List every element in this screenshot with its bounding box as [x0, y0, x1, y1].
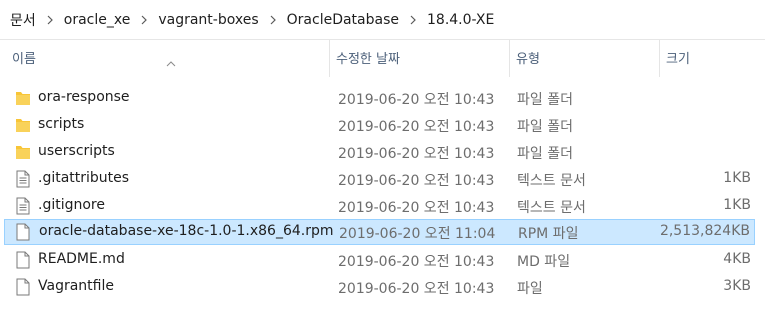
sort-ascending-icon [166, 44, 176, 84]
column-header-name[interactable]: 이름 [6, 40, 330, 77]
file-row[interactable]: Vagrantfile 2019-06-20 오전 10:43 파일 3KB [4, 274, 755, 300]
file-date: 2019-06-20 오전 10:43 [338, 173, 495, 189]
file-type: 텍스트 문서 [517, 173, 586, 189]
breadcrumb-oracle-database[interactable]: OracleDatabase [287, 12, 399, 28]
column-header-type-label: 유형 [516, 52, 540, 67]
file-name: Vagrantfile [38, 278, 114, 294]
breadcrumb-current-folder[interactable]: 18.4.0-XE [427, 12, 494, 28]
chevron-right-icon[interactable] [36, 12, 64, 27]
file-date: 2019-06-20 오전 10:43 [338, 200, 495, 216]
text-file-icon [15, 170, 31, 188]
column-header-size-label: 크기 [666, 52, 690, 67]
file-type: 파일 폴더 [517, 146, 573, 162]
file-size: 2,513,824KB [659, 223, 750, 239]
folder-icon [15, 116, 31, 134]
blank-file-icon [15, 223, 31, 241]
file-name: userscripts [38, 143, 115, 159]
file-size: 1KB [723, 197, 751, 213]
chevron-right-icon[interactable] [399, 12, 427, 27]
folder-icon [15, 143, 31, 161]
file-type: 파일 [517, 281, 543, 297]
file-row[interactable]: .gitattributes 2019-06-20 오전 10:43 텍스트 문… [4, 166, 755, 192]
file-date: 2019-06-20 오전 11:04 [339, 226, 496, 242]
chevron-right-icon[interactable] [130, 12, 158, 27]
blank-file-icon [15, 278, 31, 296]
file-date: 2019-06-20 오전 10:43 [338, 281, 495, 297]
file-size: 3KB [723, 278, 751, 294]
column-header-name-label: 이름 [12, 52, 36, 67]
file-name: .gitignore [38, 197, 105, 213]
file-date: 2019-06-20 오전 10:43 [338, 119, 495, 135]
column-header-date-label: 수정한 날짜 [336, 52, 400, 67]
file-name: oracle-database-xe-18c-1.0-1.x86_64.rpm [39, 223, 334, 239]
chevron-right-icon[interactable] [259, 12, 287, 27]
column-header-size[interactable]: 크기 [660, 40, 765, 77]
file-name: README.md [38, 251, 125, 267]
file-row[interactable]: .gitignore 2019-06-20 오전 10:43 텍스트 문서 1K… [4, 193, 755, 219]
file-date: 2019-06-20 오전 10:43 [338, 254, 495, 270]
column-header-row: 이름 수정한 날짜 유형 크기 [0, 40, 765, 77]
file-row[interactable]: README.md 2019-06-20 오전 10:43 MD 파일 4KB [4, 247, 755, 273]
file-row[interactable]: scripts 2019-06-20 오전 10:43 파일 폴더 [4, 112, 755, 138]
file-name: scripts [38, 116, 85, 132]
breadcrumb-documents[interactable]: 문서 [10, 10, 36, 30]
file-type: RPM 파일 [518, 226, 579, 242]
file-row[interactable]: userscripts 2019-06-20 오전 10:43 파일 폴더 [4, 139, 755, 165]
file-type: 텍스트 문서 [517, 200, 586, 216]
breadcrumb-vagrant-boxes[interactable]: vagrant-boxes [158, 12, 258, 28]
file-name: .gitattributes [38, 170, 130, 186]
file-date: 2019-06-20 오전 10:43 [338, 92, 495, 108]
file-size: 4KB [723, 251, 751, 267]
file-type: 파일 폴더 [517, 92, 573, 108]
file-type: MD 파일 [517, 254, 571, 270]
file-name: ora-response [38, 89, 130, 105]
file-row-selected[interactable]: oracle-database-xe-18c-1.0-1.x86_64.rpm … [4, 219, 755, 245]
text-file-icon [15, 197, 31, 215]
column-header-date[interactable]: 수정한 날짜 [330, 40, 510, 77]
folder-icon [15, 89, 31, 107]
file-type: 파일 폴더 [517, 119, 573, 135]
file-row[interactable]: ora-response 2019-06-20 오전 10:43 파일 폴더 [4, 85, 755, 111]
blank-file-icon [15, 251, 31, 269]
breadcrumb-oracle-xe[interactable]: oracle_xe [64, 12, 131, 28]
file-date: 2019-06-20 오전 10:43 [338, 146, 495, 162]
file-size: 1KB [723, 170, 751, 186]
address-bar[interactable]: 문서 oracle_xe vagrant-boxes OracleDatabas… [0, 0, 765, 40]
column-header-type[interactable]: 유형 [510, 40, 660, 77]
